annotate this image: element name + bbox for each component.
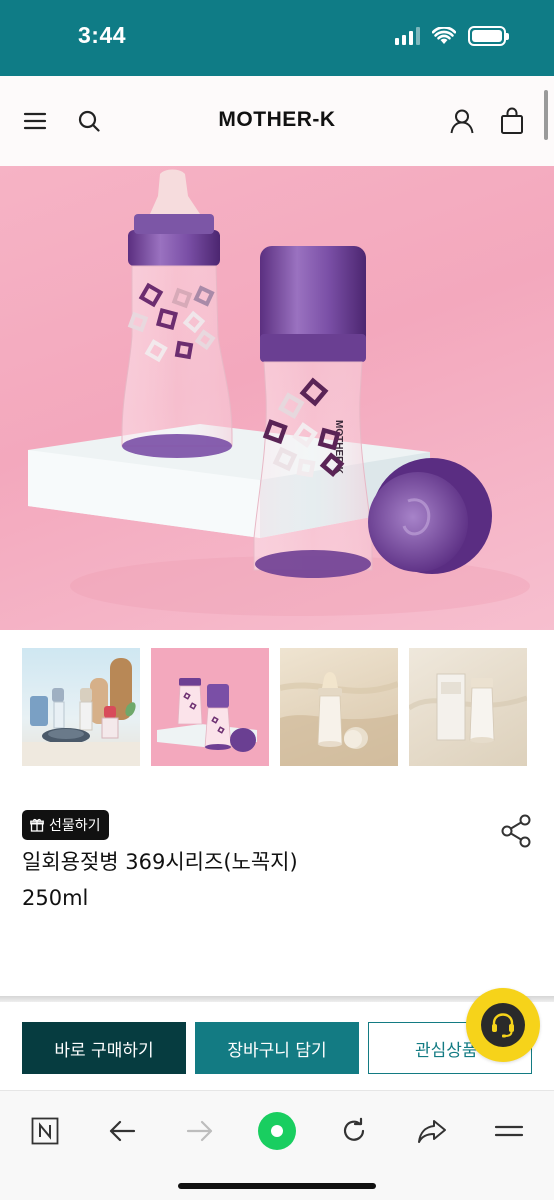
user-icon[interactable] <box>445 104 479 138</box>
add-to-cart-button[interactable]: 장바구니 담기 <box>195 1022 359 1074</box>
wifi-icon <box>432 27 456 44</box>
product-title-line1: 일회용젖병 369시리즈(노꼭지) <box>22 850 298 874</box>
gift-badge[interactable]: 선물하기 <box>22 810 109 840</box>
share-arrow-icon[interactable] <box>410 1109 454 1153</box>
gift-icon <box>30 818 44 832</box>
thumbnail-strip <box>22 648 534 766</box>
status-bar: 3:44 <box>0 0 554 76</box>
home-green-dot-icon[interactable] <box>255 1109 299 1153</box>
site-header: MOTHER-K <box>0 76 554 166</box>
thumb-pink-bottles[interactable] <box>151 648 269 766</box>
product-hero-image[interactable]: MOTHER-K <box>0 166 554 630</box>
shopping-bag-icon[interactable] <box>495 104 529 138</box>
app-screen: { "status_bar": { "time": "3:44", "icons… <box>0 0 554 1200</box>
battery-icon <box>468 26 509 46</box>
page-scroll-indicator <box>544 90 548 140</box>
product-title-line2: 250ml <box>22 886 89 910</box>
status-icons <box>395 26 509 46</box>
naver-n-icon[interactable] <box>23 1109 67 1153</box>
back-arrow-icon[interactable] <box>100 1109 144 1153</box>
product-title: 일회용젖병 369시리즈(노꼭지) 250ml <box>22 844 462 916</box>
headset-icon <box>481 1003 525 1047</box>
gift-label: 선물하기 <box>49 818 101 834</box>
thumb-beige-bottle-box[interactable] <box>409 648 527 766</box>
buy-now-button[interactable]: 바로 구매하기 <box>22 1022 186 1074</box>
home-indicator <box>178 1183 376 1189</box>
bottles-illustration: MOTHER-K <box>28 169 530 616</box>
signal-icon <box>395 27 420 45</box>
menu-lines-icon[interactable] <box>487 1109 531 1153</box>
share-icon[interactable] <box>500 812 534 850</box>
thumb-beige-bottle-cap[interactable] <box>280 648 398 766</box>
thumb-lifestyle-kitchen[interactable] <box>22 648 140 766</box>
forward-arrow-icon[interactable] <box>178 1109 222 1153</box>
refresh-icon[interactable] <box>332 1109 376 1153</box>
chat-support-button[interactable] <box>466 988 540 1062</box>
status-time: 3:44 <box>78 22 127 48</box>
